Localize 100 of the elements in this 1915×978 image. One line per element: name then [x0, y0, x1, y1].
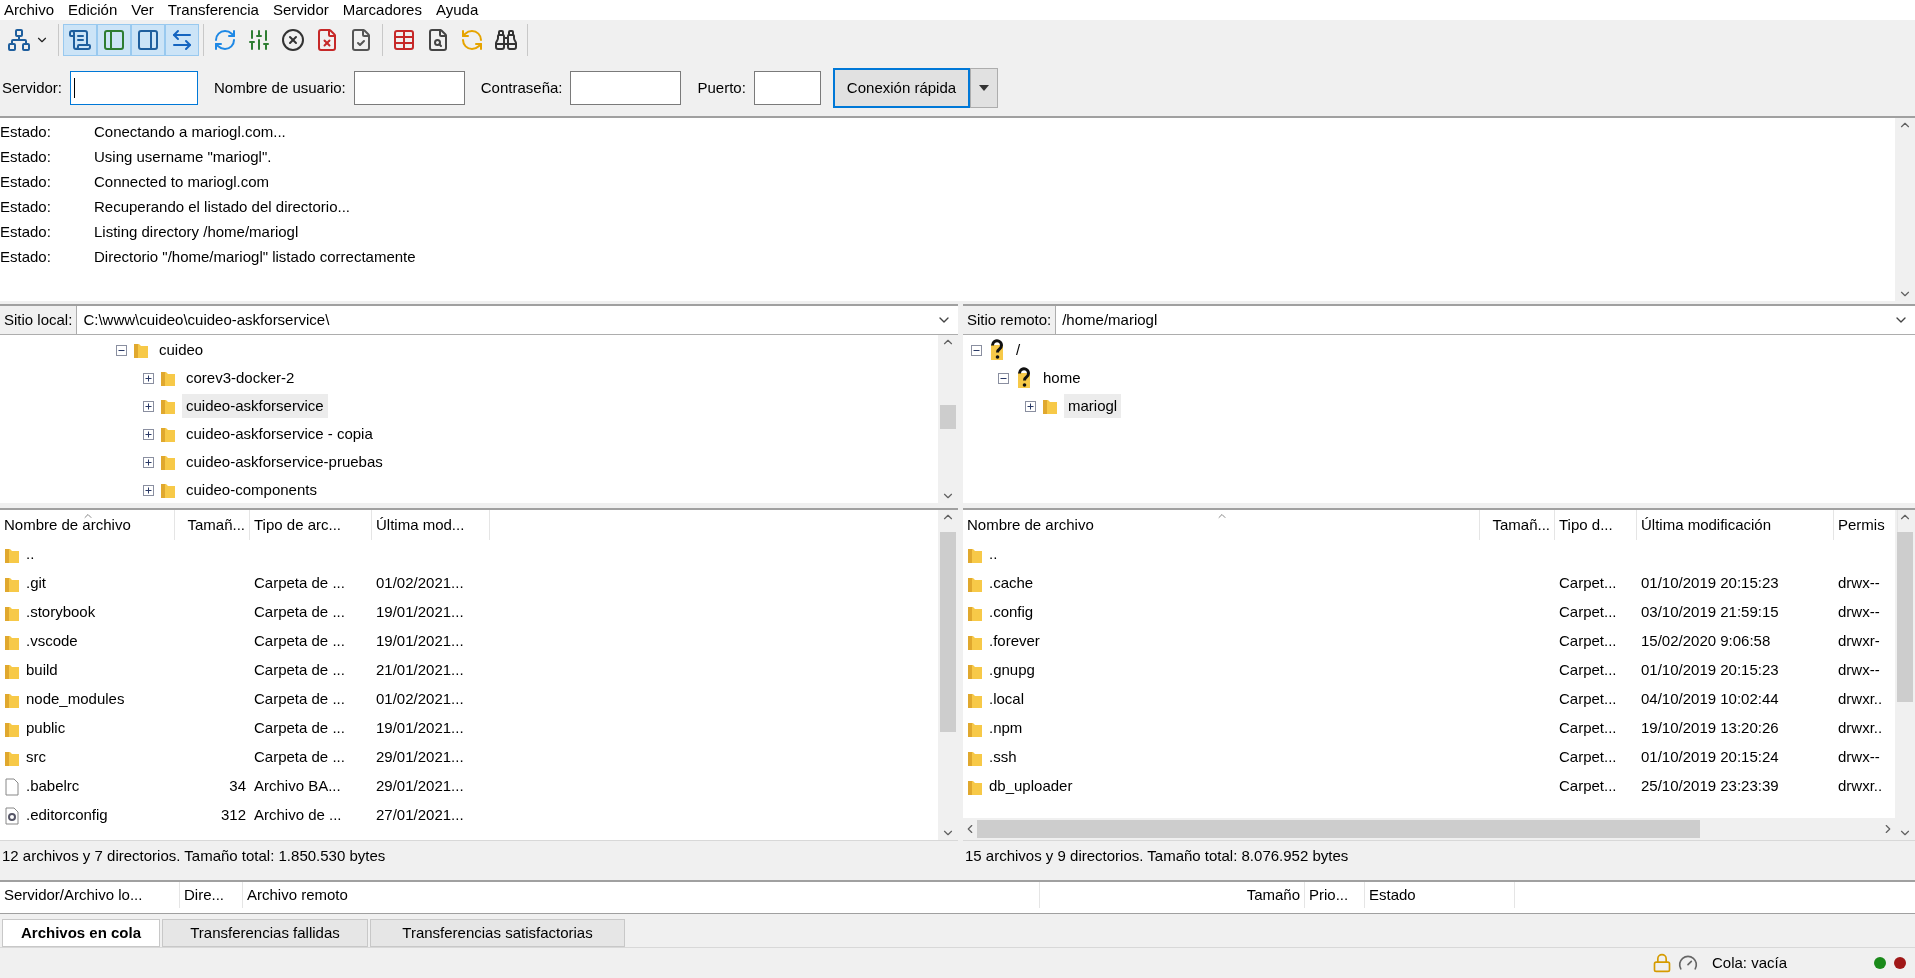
tree-item[interactable]: cuideo-askforservice-pruebas: [182, 450, 387, 474]
tree-item[interactable]: mariogl: [1064, 394, 1122, 418]
table-cell-text: Carpeta de ...: [254, 718, 345, 739]
table-cell-text: 19/01/2021...: [376, 631, 464, 652]
tree-item[interactable]: cuideo-askforservice: [182, 394, 328, 418]
queue-tab[interactable]: Archivos en cola: [2, 919, 160, 947]
search-icon: [426, 28, 450, 52]
file-name[interactable]: .gnupg: [989, 659, 1035, 682]
column-header[interactable]: Tamañ...: [1480, 510, 1555, 540]
column-header[interactable]: Nombre de archivo: [0, 510, 175, 540]
file-name[interactable]: ..: [26, 543, 35, 566]
table-cell-text: Carpet...: [1559, 573, 1617, 594]
expand-icon[interactable]: [143, 484, 154, 496]
file-name[interactable]: .storybook: [26, 601, 96, 624]
caret-icon: [979, 85, 990, 91]
table-cell-text: 03/10/2019 21:59:15: [1641, 602, 1779, 623]
menu-item[interactable]: Servidor: [272, 0, 329, 20]
file-name[interactable]: .local: [989, 688, 1025, 711]
column-header[interactable]: Tipo de arc...: [250, 510, 372, 540]
log-message: Recuperando el listado del directorio...: [94, 197, 350, 218]
collapse-icon[interactable]: [971, 344, 982, 356]
menu-item[interactable]: Ver: [131, 0, 154, 20]
file-name[interactable]: .config: [989, 601, 1034, 624]
field-label: Puerto:: [697, 77, 746, 98]
table-cell-text: 01/10/2019 20:15:24: [1641, 747, 1779, 768]
file-name[interactable]: .forever: [989, 630, 1040, 653]
folder-icon: [160, 425, 176, 443]
transfer-queue-icon: [170, 28, 194, 52]
table-cell-text: Archivo BA...: [254, 776, 341, 797]
file-name[interactable]: .npm: [989, 717, 1023, 740]
vertical-scrollbar[interactable]: [1895, 118, 1915, 301]
file-name[interactable]: .editorconfig: [26, 804, 108, 827]
column-header[interactable]: Tipo d...: [1555, 510, 1637, 540]
menu-item[interactable]: Edición: [68, 0, 118, 20]
log-message: Listing directory /home/mariogl: [94, 222, 299, 243]
log-message: Directorio "/home/mariogl" listado correctamente: [94, 247, 416, 268]
file-name[interactable]: .babelrc: [26, 775, 80, 798]
table-cell-text: drwx--: [1838, 602, 1880, 623]
tree-item[interactable]: cuideo-components: [182, 478, 321, 502]
tree-item[interactable]: /: [1012, 338, 1025, 362]
collapse-icon[interactable]: [116, 344, 127, 356]
file-name[interactable]: .git: [26, 572, 46, 595]
scrollbar-thumb[interactable]: [940, 405, 956, 429]
scrollbar-thumb[interactable]: [977, 820, 1701, 838]
vertical-scrollbar[interactable]: [1895, 510, 1915, 840]
scrollbar-thumb[interactable]: [1897, 532, 1913, 702]
log-label: Estado:: [0, 222, 52, 243]
file-name[interactable]: .ssh: [989, 746, 1017, 769]
table-cell-text: drwxr..: [1838, 776, 1883, 797]
expand-icon[interactable]: [1025, 400, 1036, 412]
file-name[interactable]: node_modules: [26, 688, 125, 711]
table-cell-text: Carpeta de ...: [254, 573, 345, 594]
menu-item[interactable]: Marcadores: [342, 0, 422, 20]
collapse-icon[interactable]: [998, 372, 1009, 384]
table-cell-text: Carpeta de ...: [254, 747, 345, 768]
column-header[interactable]: Tamañ...: [175, 510, 250, 540]
dropdown-button[interactable]: [970, 68, 999, 108]
column-header[interactable]: Nombre de archivo: [963, 510, 1480, 540]
table-cell-text: Carpet...: [1559, 718, 1617, 739]
file-name[interactable]: src: [26, 746, 46, 769]
file-name[interactable]: ..: [989, 543, 998, 566]
table-cell-text: 29/01/2021...: [376, 776, 464, 797]
column-header[interactable]: Última mod...: [372, 510, 490, 540]
tree-item[interactable]: home: [1039, 366, 1085, 390]
input-field[interactable]: [70, 71, 199, 105]
file-name[interactable]: db_uploader: [989, 775, 1073, 798]
file-name[interactable]: build: [26, 659, 58, 682]
queue-tab[interactable]: Transferencias fallidas: [162, 919, 368, 947]
file-name[interactable]: .vscode: [26, 630, 78, 653]
scrollbar-thumb[interactable]: [940, 532, 956, 732]
expand-icon[interactable]: [143, 428, 154, 440]
tree-item[interactable]: corev3-docker-2: [182, 366, 299, 390]
expand-icon[interactable]: [143, 456, 154, 468]
quick-connect-button[interactable]: Conexión rápida: [832, 68, 971, 108]
file-name[interactable]: .cache: [989, 572, 1034, 595]
file-name[interactable]: public: [26, 717, 66, 740]
table-cell-text: Carpet...: [1559, 776, 1617, 797]
expand-icon[interactable]: [143, 372, 154, 384]
menu-item[interactable]: Archivo: [4, 0, 55, 20]
input-field[interactable]: [570, 71, 682, 105]
column-header[interactable]: Última modificación: [1637, 510, 1834, 540]
log-label: Estado:: [0, 147, 52, 168]
table-cell-text: Carpet...: [1559, 602, 1617, 623]
input-field[interactable]: [353, 71, 465, 105]
menu-item[interactable]: Transferencia: [167, 0, 259, 20]
field-label: Servidor:: [2, 77, 63, 98]
vertical-scrollbar[interactable]: [938, 510, 958, 840]
tree-item[interactable]: cuideo: [155, 338, 208, 362]
table-cell-text: 19/10/2019 13:20:26: [1641, 718, 1779, 739]
table-cell-text: 27/01/2021...: [376, 805, 464, 826]
table-cell-text: 25/10/2019 23:23:39: [1641, 776, 1779, 797]
expand-icon[interactable]: [143, 400, 154, 412]
queue-tab[interactable]: Transferencias satisfactorias: [370, 919, 625, 947]
table-cell-text: drwx--: [1838, 573, 1880, 594]
unknown-folder-icon: [988, 339, 1006, 361]
toolbar-button[interactable]: [131, 24, 165, 56]
toolbar-button[interactable]: [63, 24, 97, 56]
tree-item[interactable]: cuideo-askforservice - copia: [182, 422, 377, 446]
menu-item[interactable]: Ayuda: [435, 0, 479, 20]
input-field[interactable]: [753, 71, 821, 105]
